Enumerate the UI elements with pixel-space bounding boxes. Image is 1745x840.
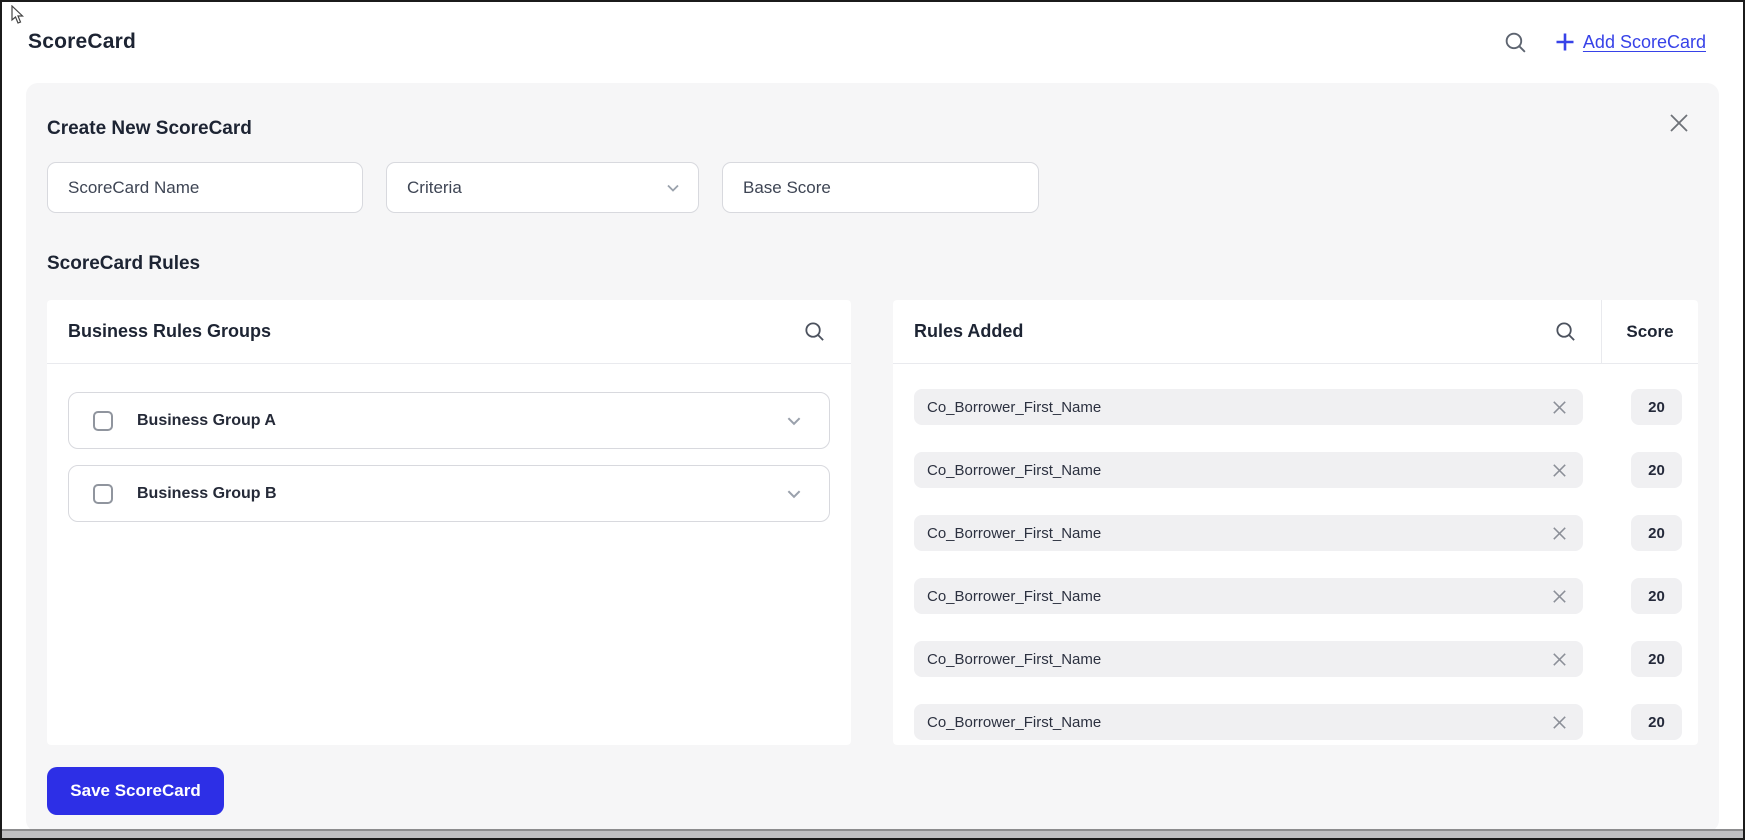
search-button[interactable] bbox=[1503, 30, 1528, 55]
search-icon bbox=[1505, 32, 1526, 53]
rule-score-badge: 20 bbox=[1631, 578, 1682, 614]
rules-panel-header-main: Rules Added bbox=[893, 300, 1601, 363]
scorecard-rules-heading: ScoreCard Rules bbox=[47, 253, 201, 274]
rule-name: Co_Borrower_First_Name bbox=[927, 461, 1102, 479]
rule-row: Co_Borrower_First_Name 20 bbox=[914, 515, 1698, 551]
score-header-label: Score bbox=[1626, 321, 1674, 341]
remove-rule-button[interactable] bbox=[1548, 459, 1571, 482]
rule-chip: Co_Borrower_First_Name bbox=[914, 452, 1583, 488]
close-icon bbox=[1553, 526, 1566, 540]
remove-rule-button[interactable] bbox=[1548, 396, 1571, 419]
rules-search-button[interactable] bbox=[1554, 320, 1577, 343]
rule-chip: Co_Borrower_First_Name bbox=[914, 641, 1583, 677]
rule-name: Co_Borrower_First_Name bbox=[927, 524, 1102, 542]
rules-list: Co_Borrower_First_Name 20 Co_Borrower_Fi… bbox=[893, 364, 1698, 745]
app-window: ScoreCard Add ScoreCard Create New Score… bbox=[0, 0, 1745, 840]
create-scorecard-panel: Create New ScoreCard ScoreCard Rules Bu bbox=[26, 83, 1719, 832]
horizontal-scrollbar[interactable] bbox=[2, 829, 1743, 838]
groups-list: Business Group A Business Group B bbox=[47, 364, 851, 566]
group-label: Business Group B bbox=[137, 484, 277, 502]
rule-score-badge: 20 bbox=[1631, 515, 1682, 551]
group-row-business-group-a[interactable]: Business Group A bbox=[68, 392, 830, 449]
add-scorecard-link[interactable]: Add ScoreCard bbox=[1554, 31, 1706, 53]
rule-row: Co_Borrower_First_Name 20 bbox=[914, 641, 1698, 677]
rule-score-badge: 20 bbox=[1631, 704, 1682, 740]
rule-name: Co_Borrower_First_Name bbox=[927, 650, 1102, 668]
rules-panel-title: Rules Added bbox=[914, 321, 1024, 341]
panel-title: Create New ScoreCard bbox=[47, 118, 252, 139]
base-score-input[interactable] bbox=[722, 162, 1039, 213]
criteria-select[interactable] bbox=[386, 162, 699, 213]
plus-icon bbox=[1554, 31, 1576, 53]
groups-panel-title: Business Rules Groups bbox=[68, 321, 272, 341]
groups-panel-header: Business Rules Groups bbox=[47, 300, 851, 364]
rule-name: Co_Borrower_First_Name bbox=[927, 398, 1102, 416]
scorecard-form-fields bbox=[47, 162, 1698, 213]
remove-rule-button[interactable] bbox=[1548, 648, 1571, 671]
close-icon bbox=[1553, 463, 1566, 477]
score-column-header: Score bbox=[1601, 300, 1698, 363]
business-rules-groups-panel: Business Rules Groups Business Group A B… bbox=[47, 300, 851, 745]
top-bar: ScoreCard Add ScoreCard bbox=[2, 2, 1743, 82]
search-icon bbox=[805, 322, 824, 341]
save-scorecard-button[interactable]: Save ScoreCard bbox=[47, 767, 224, 815]
rule-row: Co_Borrower_First_Name 20 bbox=[914, 704, 1698, 740]
rule-row: Co_Borrower_First_Name 20 bbox=[914, 389, 1698, 425]
rule-name: Co_Borrower_First_Name bbox=[927, 587, 1102, 605]
close-icon bbox=[1553, 589, 1566, 603]
remove-rule-button[interactable] bbox=[1548, 522, 1571, 545]
chevron-down-icon[interactable] bbox=[785, 412, 803, 430]
group-a-checkbox[interactable] bbox=[93, 410, 113, 431]
rule-chip: Co_Borrower_First_Name bbox=[914, 578, 1583, 614]
groups-search-button[interactable] bbox=[803, 320, 826, 343]
close-panel-button[interactable] bbox=[1665, 109, 1693, 137]
chevron-down-icon[interactable] bbox=[785, 485, 803, 503]
rule-score-badge: 20 bbox=[1631, 641, 1682, 677]
rule-score-badge: 20 bbox=[1631, 389, 1682, 425]
mouse-cursor-icon bbox=[11, 5, 24, 24]
search-icon bbox=[1556, 322, 1575, 341]
close-icon bbox=[1553, 652, 1566, 666]
rule-name: Co_Borrower_First_Name bbox=[927, 713, 1102, 731]
rules-columns: Business Rules Groups Business Group A B… bbox=[47, 300, 1698, 745]
remove-rule-button[interactable] bbox=[1548, 711, 1571, 734]
rule-score-badge: 20 bbox=[1631, 452, 1682, 488]
group-row-business-group-b[interactable]: Business Group B bbox=[68, 465, 830, 522]
close-icon bbox=[1670, 114, 1688, 132]
remove-rule-button[interactable] bbox=[1548, 585, 1571, 608]
close-icon bbox=[1553, 400, 1566, 414]
rule-chip: Co_Borrower_First_Name bbox=[914, 704, 1583, 740]
close-icon bbox=[1553, 715, 1566, 729]
add-scorecard-label: Add ScoreCard bbox=[1582, 31, 1706, 52]
page-title: ScoreCard bbox=[28, 30, 137, 53]
group-label: Business Group A bbox=[137, 411, 276, 429]
top-bar-actions: Add ScoreCard bbox=[1503, 30, 1706, 55]
rule-chip: Co_Borrower_First_Name bbox=[914, 515, 1583, 551]
rules-panel-header: Rules Added Score bbox=[893, 300, 1698, 364]
rule-row: Co_Borrower_First_Name 20 bbox=[914, 452, 1698, 488]
rule-chip: Co_Borrower_First_Name bbox=[914, 389, 1583, 425]
scorecard-name-input[interactable] bbox=[47, 162, 363, 213]
rule-row: Co_Borrower_First_Name 20 bbox=[914, 578, 1698, 614]
group-b-checkbox[interactable] bbox=[93, 483, 113, 504]
criteria-select-wrap bbox=[386, 162, 699, 213]
rules-added-panel: Rules Added Score Co_Borrower_First_Name… bbox=[893, 300, 1698, 745]
